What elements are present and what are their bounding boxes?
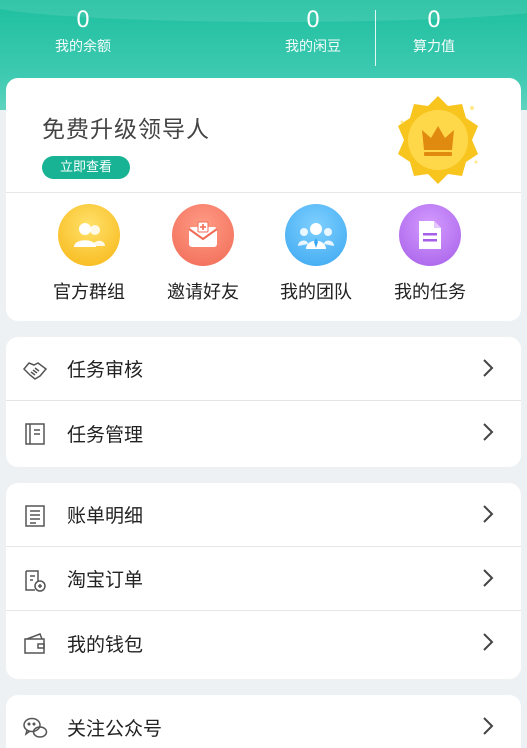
menu-item-label: 淘宝订单 xyxy=(67,569,144,591)
balance-value: 0 xyxy=(76,8,90,33)
menu-group-finance: 账单明细 淘宝订单 我的钱包 xyxy=(6,483,521,679)
upgrade-card: 免费升级领导人 立即查看 官方群组 邀请好友 我的团队 我的任务 xyxy=(6,78,521,321)
menu-item-label: 任务管理 xyxy=(67,423,144,446)
crown-icon xyxy=(398,96,478,184)
upgrade-title: 免费升级领导人 xyxy=(42,117,210,143)
view-now-button[interactable]: 立即查看 xyxy=(42,156,130,179)
notebook-icon xyxy=(25,423,45,445)
wechat-icon xyxy=(23,717,48,738)
menu-item-my-wallet[interactable]: 我的钱包 xyxy=(6,611,521,675)
my-tasks-button[interactable]: 我的任务 xyxy=(380,204,480,304)
my-tasks-label: 我的任务 xyxy=(394,282,466,303)
bill-list-icon xyxy=(25,505,45,527)
chevron-right-icon xyxy=(483,505,494,523)
chevron-right-icon xyxy=(483,569,494,587)
menu-item-follow-account[interactable]: 关注公众号 xyxy=(6,695,521,748)
order-icon xyxy=(25,570,46,592)
balance-label: 我的余额 xyxy=(55,39,111,55)
chevron-right-icon xyxy=(483,423,494,441)
my-team-button[interactable]: 我的团队 xyxy=(266,204,366,304)
wallet-icon xyxy=(24,633,45,654)
stat-divider xyxy=(375,10,376,66)
team-icon xyxy=(285,204,347,266)
beans-value: 0 xyxy=(306,8,320,33)
menu-item-task-management[interactable]: 任务管理 xyxy=(6,401,521,465)
task-doc-icon xyxy=(399,204,461,266)
menu-item-taobao-orders[interactable]: 淘宝订单 xyxy=(6,547,521,611)
invite-friends-label: 邀请好友 xyxy=(167,282,239,303)
official-group-button[interactable]: 官方群组 xyxy=(39,204,139,304)
card-divider xyxy=(6,192,521,193)
beans-label: 我的闲豆 xyxy=(285,39,341,55)
balance-stat[interactable]: 0 我的余额 xyxy=(40,6,126,58)
chevron-right-icon xyxy=(483,717,494,735)
my-team-label: 我的团队 xyxy=(280,282,352,303)
group-icon xyxy=(58,204,120,266)
menu-group-social: 关注公众号 xyxy=(6,695,521,748)
official-group-label: 官方群组 xyxy=(53,282,125,303)
menu-item-label: 我的钱包 xyxy=(67,633,144,656)
menu-item-label: 账单明细 xyxy=(67,505,144,527)
chevron-right-icon xyxy=(483,359,494,377)
menu-item-label: 任务审核 xyxy=(67,359,144,381)
chevron-right-icon xyxy=(483,633,494,651)
handshake-icon xyxy=(22,362,48,380)
menu-item-bill-details[interactable]: 账单明细 xyxy=(6,483,521,547)
beans-stat[interactable]: 0 我的闲豆 xyxy=(270,6,356,58)
menu-group-tasks: 任务审核 任务管理 xyxy=(6,337,521,467)
power-value: 0 xyxy=(427,8,441,33)
invite-friends-button[interactable]: 邀请好友 xyxy=(153,204,253,304)
power-stat[interactable]: 0 算力值 xyxy=(392,6,476,58)
power-label: 算力值 xyxy=(413,39,455,55)
menu-item-task-review[interactable]: 任务审核 xyxy=(6,337,521,401)
menu-item-label: 关注公众号 xyxy=(67,717,163,740)
invite-mail-icon xyxy=(172,204,234,266)
